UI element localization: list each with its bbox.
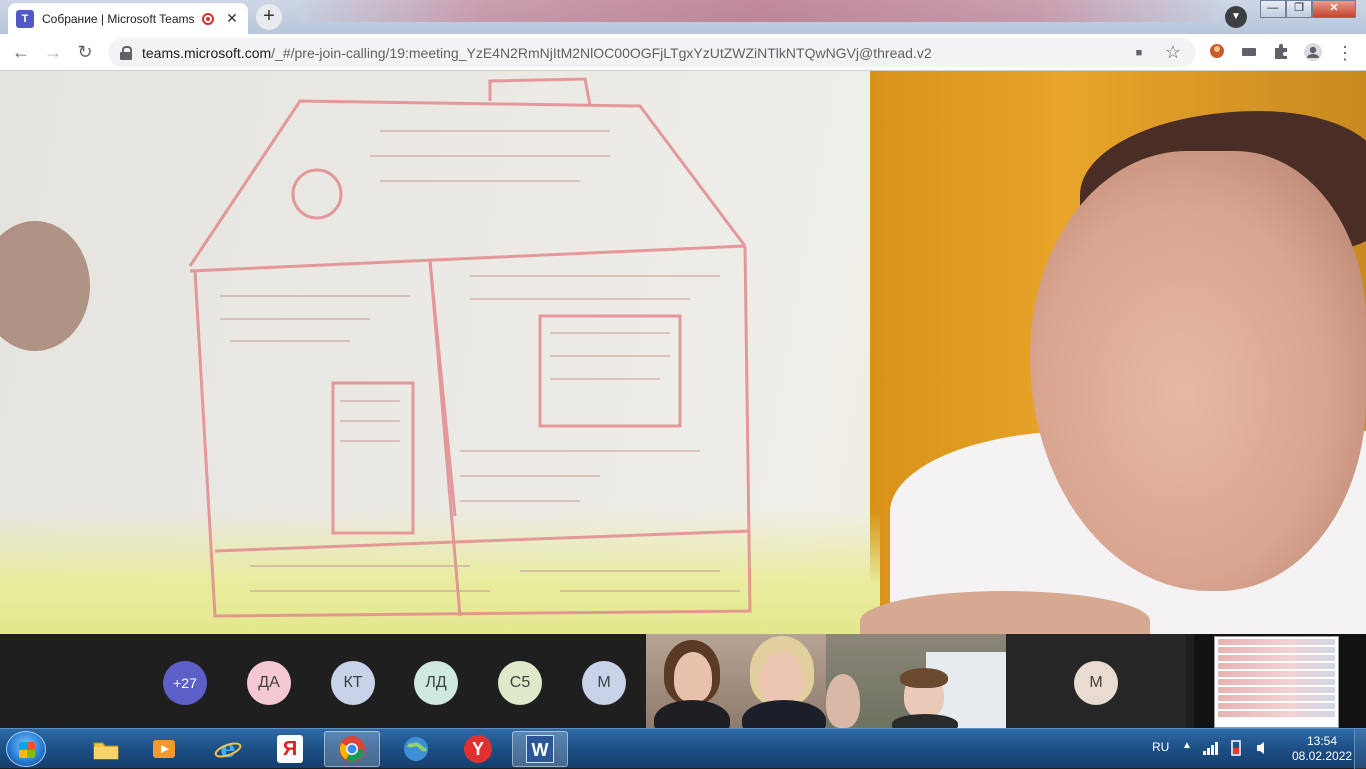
participant-video-tile[interactable] [826, 634, 1006, 728]
address-bar[interactable]: teams.microsoft.com/_#/pre-join-calling/… [108, 38, 1196, 67]
chrome-taskbar-button[interactable] [324, 731, 380, 767]
network-taskbar-button[interactable] [388, 731, 444, 767]
browser-toolbar: ← → ↻ teams.microsoft.com/_#/pre-join-ca… [0, 34, 1366, 71]
reload-button[interactable]: ↻ [74, 42, 96, 64]
main-video-feed [0, 71, 1366, 634]
video-person-body [892, 714, 958, 728]
tab-title: Собрание | Microsoft Teams [42, 11, 195, 26]
back-button[interactable]: ← [10, 42, 32, 64]
yandex-browser-taskbar-button[interactable]: Y [450, 731, 506, 767]
explorer-taskbar-button[interactable] [78, 731, 134, 767]
shared-content-tile[interactable] [1194, 634, 1366, 728]
recording-icon [202, 12, 214, 25]
yandex-icon: Я [277, 735, 303, 763]
media-player-icon [153, 740, 175, 758]
teams-icon: T [16, 9, 34, 28]
house-drawing [188, 77, 752, 618]
chrome-icon [339, 736, 365, 762]
video-person-face [760, 652, 804, 704]
svg-text:e: e [220, 735, 235, 763]
browser-tab[interactable]: T Собрание | Microsoft Teams ✕ [8, 3, 248, 34]
participant-avatar: М [1074, 661, 1118, 705]
show-hidden-icons[interactable]: ▲ [1182, 740, 1192, 751]
folder-icon [93, 742, 119, 760]
camera-icon[interactable]: ■ [1128, 47, 1150, 59]
language-indicator[interactable]: RU [1152, 740, 1169, 754]
show-desktop-button[interactable] [1354, 729, 1366, 769]
video-person-hair [900, 668, 948, 688]
participant-avatar[interactable]: КТ [331, 661, 375, 705]
minimize-button[interactable]: — [1260, 0, 1286, 18]
maximize-button[interactable]: ❐ [1286, 0, 1312, 18]
media-player-taskbar-button[interactable] [136, 731, 192, 767]
new-tab-button[interactable]: + [256, 4, 282, 30]
internet-explorer-icon: e [214, 735, 242, 763]
extensions-puzzle-icon[interactable] [1270, 42, 1292, 64]
system-clock[interactable]: 13:54 08.02.2022 [1292, 734, 1352, 764]
browser-tabstrip: T Собрание | Microsoft Teams ✕ + ▼ — ❐ ✕ [0, 0, 1366, 34]
yandex-browser-icon: Y [464, 735, 492, 763]
windows-taskbar: e Я Y W RU ▲ 13:54 08.02.2022 [0, 728, 1366, 769]
participant-avatar[interactable]: ЛД [414, 661, 458, 705]
shared-document-thumbnail [1214, 636, 1339, 728]
video-person-face [826, 674, 860, 728]
close-window-button[interactable]: ✕ [1312, 0, 1356, 18]
background-band [300, 0, 1220, 22]
browser-menu-icon[interactable]: ⋮ [1334, 42, 1356, 64]
video-person-body [654, 700, 730, 728]
word-icon: W [526, 735, 554, 763]
participant-avatar[interactable]: С5 [498, 661, 542, 705]
overflow-participants-button[interactable]: +27 [163, 661, 207, 705]
tab-close-button[interactable]: ✕ [224, 10, 240, 27]
participant-video-tile[interactable] [646, 634, 826, 728]
url-text[interactable]: teams.microsoft.com/_#/pre-join-calling/… [142, 45, 1116, 61]
clock-time: 13:54 [1306, 734, 1338, 748]
url-host: teams.microsoft.com [142, 44, 272, 61]
start-button[interactable] [6, 731, 46, 767]
yandex-taskbar-button[interactable]: Я [262, 731, 318, 767]
globe-icon [404, 737, 428, 761]
tab-search-button[interactable]: ▼ [1225, 6, 1247, 28]
internet-explorer-taskbar-button[interactable]: e [200, 731, 256, 767]
extension-icon-avatar[interactable] [1206, 42, 1228, 64]
lock-icon [120, 45, 132, 60]
participant-tile[interactable]: М [1006, 634, 1186, 728]
battery-warning-icon[interactable] [1228, 739, 1244, 762]
participant-strip: +27 ДА КТ ЛД С5 М М [0, 634, 1366, 728]
extension-icon-media[interactable] [1238, 42, 1260, 64]
volume-icon[interactable] [1255, 740, 1271, 761]
word-taskbar-button[interactable]: W [512, 731, 568, 767]
network-signal-icon[interactable] [1203, 741, 1219, 760]
video-person-body [742, 700, 826, 728]
participant-avatar[interactable]: ДА [247, 661, 291, 705]
clock-date: 08.02.2022 [1292, 749, 1353, 763]
bookmark-star-icon[interactable]: ☆ [1162, 42, 1184, 63]
url-path: /_#/pre-join-calling/19:meeting_YzE4N2Rm… [271, 44, 932, 61]
video-person-face [674, 652, 712, 702]
participant-avatar[interactable]: М [582, 661, 626, 705]
forward-button[interactable]: → [42, 42, 64, 64]
profile-icon[interactable] [1302, 42, 1324, 64]
window-controls: — ❐ ✕ [1260, 0, 1356, 18]
